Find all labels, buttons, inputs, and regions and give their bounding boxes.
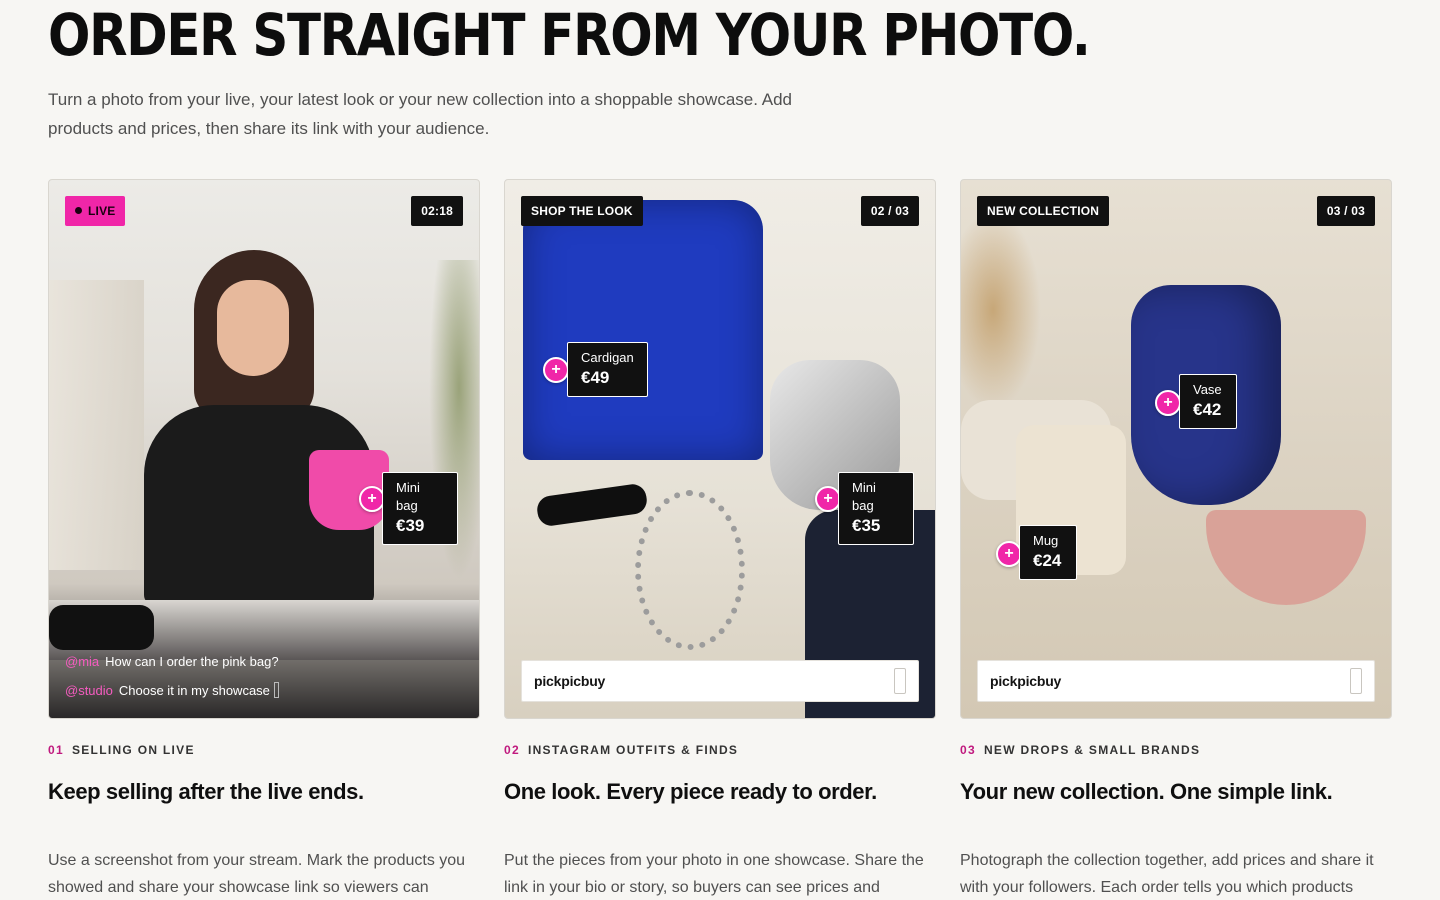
kicker-label: INSTAGRAM OUTFITS & FINDS: [527, 743, 739, 757]
card-kicker: 03 NEW DROPS & SMALL BRANDS: [960, 743, 1392, 757]
kicker-number: 02: [504, 743, 520, 757]
cursor-icon: [273, 682, 279, 698]
sunglasses-illustration: [49, 605, 154, 650]
product-name: Mini bag: [396, 480, 420, 513]
plus-icon[interactable]: +: [1155, 390, 1181, 416]
chat-text: Choose it in my showcase: [118, 683, 270, 698]
card-caption: 01 SELLING ON LIVE Keep selling after the…: [48, 743, 480, 900]
card-heading: One look. Every piece ready to order.: [504, 779, 877, 804]
person-face-illustration: [217, 280, 289, 376]
card-kicker: 02 INSTAGRAM OUTFITS & FINDS: [504, 743, 936, 757]
card-description: Use a screenshot from your stream. Mark …: [48, 852, 466, 896]
kicker-number: 03: [960, 743, 976, 757]
card-caption: 03 NEW DROPS & SMALL BRANDS Your new coll…: [960, 743, 1392, 900]
slide-counter: 03 / 03: [1316, 196, 1375, 226]
share-link-bar[interactable]: pickpicbuy: [521, 660, 919, 702]
chat-message: @studio Choose it in my showcase: [65, 682, 463, 698]
pink-bowl-illustration: [1206, 510, 1366, 605]
card-caption: 02 INSTAGRAM OUTFITS & FINDS One look. Ev…: [504, 743, 936, 900]
chat-message: @mia How can I order the pink bag?: [65, 654, 463, 669]
copy-icon[interactable]: [1350, 668, 1362, 694]
card-live-photo[interactable]: LIVE 02:18 + Mini bag €39 @mia How can I …: [48, 179, 480, 719]
clothes-rack-illustration: [49, 280, 144, 570]
product-name: Mug: [1033, 533, 1059, 548]
slide-counter: 02 / 03: [860, 196, 919, 226]
product-label[interactable]: Vase €42: [1179, 374, 1237, 429]
product-price: €24: [1033, 551, 1062, 570]
product-label[interactable]: Mini bag €39: [382, 472, 458, 545]
product-name: Vase: [1193, 382, 1222, 397]
chain-necklace-illustration: [635, 490, 745, 650]
product-price: €39: [396, 516, 425, 535]
kicker-label: NEW DROPS & SMALL BRANDS: [983, 743, 1201, 757]
live-dot-icon: [75, 207, 82, 214]
live-badge-label: LIVE: [88, 204, 116, 218]
live-timer: 02:18: [411, 196, 463, 226]
sunglasses-illustration: [535, 482, 649, 528]
card-kicker: 01 SELLING ON LIVE: [48, 743, 480, 757]
product-name: Cardigan: [581, 350, 634, 365]
share-brand: pickpicbuy: [534, 673, 606, 689]
card-collection-photo[interactable]: NEW COLLECTION 03 / 03 + Vase €42 + Mug …: [960, 179, 1392, 719]
dried-flowers-illustration: [961, 210, 1041, 410]
card-description: Photograph the collection together, add …: [960, 852, 1374, 896]
look-badge: SHOP THE LOOK: [521, 196, 643, 226]
product-label[interactable]: Mini bag €35: [838, 472, 914, 545]
live-badge: LIVE: [65, 196, 126, 226]
copy-icon[interactable]: [894, 668, 906, 694]
page-title: ORDER STRAIGHT FROM YOUR PHOTO.: [48, 1, 1091, 69]
card-description: Put the pieces from your photo in one sh…: [504, 852, 924, 896]
product-name: Mini bag: [852, 480, 876, 513]
product-label[interactable]: Mug €24: [1019, 525, 1077, 580]
kicker-number: 01: [48, 743, 64, 757]
chat-handle: @mia: [65, 654, 100, 669]
product-price: €42: [1193, 400, 1222, 419]
plus-icon[interactable]: +: [543, 357, 569, 383]
card-look-photo[interactable]: SHOP THE LOOK 02 / 03 + Cardigan €49 + M…: [504, 179, 936, 719]
card-heading: Keep selling after the live ends.: [48, 779, 364, 804]
product-price: €35: [852, 516, 881, 535]
share-brand: pickpicbuy: [990, 673, 1062, 689]
kicker-label: SELLING ON LIVE: [71, 743, 195, 757]
chat-text: How can I order the pink bag?: [105, 654, 279, 669]
chat-handle: @studio: [65, 683, 113, 698]
collection-badge: NEW COLLECTION: [977, 196, 1110, 226]
card-heading: Your new collection. One simple link.: [960, 779, 1333, 804]
cardigan-illustration: [523, 200, 763, 460]
page-subtitle: Turn a photo from your live, your latest…: [48, 90, 792, 138]
product-price: €49: [581, 368, 610, 387]
share-link-bar[interactable]: pickpicbuy: [977, 660, 1375, 702]
product-label[interactable]: Cardigan €49: [567, 342, 648, 397]
